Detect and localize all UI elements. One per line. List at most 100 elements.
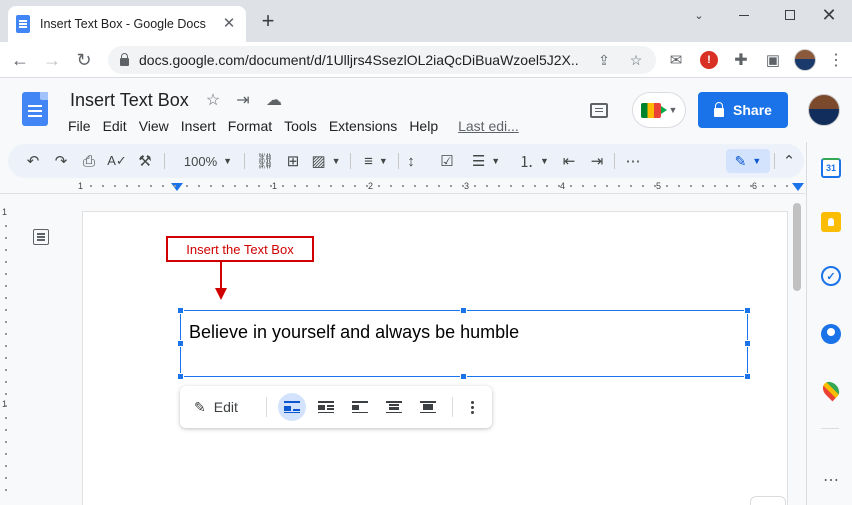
toolbar-divider: [774, 153, 775, 169]
resize-handle-top-left[interactable]: [177, 307, 184, 314]
document-outline-button[interactable]: [30, 226, 52, 248]
break-text-button[interactable]: [346, 393, 374, 421]
undo-icon[interactable]: ↶: [22, 149, 44, 173]
print-icon[interactable]: ⎙: [78, 149, 100, 173]
wrap-in-line-button[interactable]: [278, 393, 306, 421]
menu-format[interactable]: Format: [222, 116, 278, 136]
right-indent-marker[interactable]: [792, 183, 804, 191]
new-tab-button[interactable]: +: [256, 10, 280, 34]
share-button[interactable]: Share: [698, 92, 788, 128]
adblock-extension-icon[interactable]: !: [697, 48, 721, 72]
resize-handle-top-right[interactable]: [744, 307, 751, 314]
scrollbar-thumb[interactable]: [793, 203, 801, 291]
comment-history-button[interactable]: [585, 98, 613, 122]
editing-mode-button[interactable]: ✎ ▼: [726, 149, 770, 173]
extensions-puzzle-icon[interactable]: ✚: [729, 48, 753, 72]
collapse-menus-icon[interactable]: ⌃: [778, 149, 800, 173]
contacts-icon[interactable]: [821, 324, 841, 344]
in-front-of-text-button[interactable]: [414, 393, 442, 421]
menu-tools[interactable]: Tools: [278, 116, 323, 136]
align-button[interactable]: ≡ ▼: [356, 149, 396, 173]
browser-menu-icon[interactable]: ⋮: [824, 48, 848, 72]
menu-insert[interactable]: Insert: [175, 116, 222, 136]
ruler-tick: [294, 185, 296, 187]
ruler-number: 5: [656, 181, 662, 191]
side-panel-icon[interactable]: ▣: [761, 48, 785, 72]
menu-edit[interactable]: Edit: [97, 116, 133, 136]
menu-extensions[interactable]: Extensions: [323, 116, 403, 136]
increase-indent-icon[interactable]: ⇥: [586, 149, 608, 173]
keep-icon[interactable]: [821, 212, 841, 232]
ruler-tick: [318, 185, 320, 187]
close-window-button[interactable]: ✕: [806, 0, 852, 30]
maps-icon[interactable]: [819, 378, 843, 402]
document-title[interactable]: Insert Text Box: [70, 90, 189, 111]
resize-handle-left[interactable]: [177, 340, 184, 347]
browser-tab[interactable]: Insert Text Box - Google Docs ✕: [8, 6, 246, 42]
numbered-list-button[interactable]: ⒈ ▼: [514, 149, 554, 173]
tab-close-icon[interactable]: ✕: [220, 15, 238, 33]
insert-link-icon[interactable]: ⛓: [254, 149, 276, 173]
resize-handle-bottom-right[interactable]: [744, 373, 751, 380]
bulleted-list-button[interactable]: ☰ ▼: [466, 149, 506, 173]
tab-title: Insert Text Box - Google Docs: [40, 17, 206, 31]
add-comment-icon[interactable]: ⊞: [282, 149, 304, 173]
meet-button[interactable]: ▼: [632, 92, 686, 128]
ruler-tick: [762, 185, 764, 187]
line-spacing-icon[interactable]: ↕: [400, 149, 422, 173]
ruler-tick: [414, 185, 416, 187]
indent-marker[interactable]: [171, 183, 183, 191]
explore-button[interactable]: [750, 496, 786, 505]
docs-logo-icon[interactable]: [22, 92, 48, 126]
zoom-select[interactable]: 100% ▼: [178, 149, 238, 173]
menu-view[interactable]: View: [133, 116, 175, 136]
bookmark-star-icon[interactable]: ☆: [626, 50, 646, 70]
paint-format-icon[interactable]: ⚒: [134, 149, 156, 173]
edit-drawing-button[interactable]: ✎ Edit: [194, 395, 238, 419]
wrap-text-button[interactable]: [312, 393, 340, 421]
last-edit-link[interactable]: Last edi...: [444, 116, 527, 136]
ruler-tick: [498, 185, 500, 187]
resize-handle-right[interactable]: [744, 340, 751, 347]
ruler-number: 2: [368, 181, 374, 191]
account-avatar[interactable]: [808, 94, 840, 126]
reload-icon[interactable]: ↻: [72, 48, 96, 72]
ruler-tick: [5, 405, 7, 407]
resize-handle-bottom[interactable]: [460, 373, 467, 380]
move-folder-icon[interactable]: ⇥: [233, 90, 253, 110]
checklist-icon[interactable]: ☑: [436, 149, 458, 173]
more-options-icon[interactable]: ⋯: [622, 149, 644, 173]
ruler-tick: [5, 465, 7, 467]
text-box[interactable]: Believe in yourself and always be humble: [177, 307, 751, 380]
star-icon[interactable]: ☆: [203, 90, 223, 110]
resize-handle-top[interactable]: [460, 307, 467, 314]
annotation-arrow: [220, 262, 222, 288]
vertical-scrollbar[interactable]: [790, 195, 804, 505]
mail-extension-icon[interactable]: ✉: [664, 48, 688, 72]
minimize-button[interactable]: [721, 0, 767, 30]
redo-icon[interactable]: ↷: [50, 149, 72, 173]
ruler-tick: [90, 185, 92, 187]
back-arrow-icon[interactable]: ←: [8, 48, 32, 72]
address-bar[interactable]: docs.google.com/document/d/1Ulljrs4Ssezl…: [108, 46, 656, 74]
resize-handle-bottom-left[interactable]: [177, 373, 184, 380]
calendar-icon[interactable]: 31: [821, 158, 841, 178]
formatting-toolbar: ↶ ↷ ⎙ A✓ ⚒ 100% ▼ ⛓ ⊞ ▨ ▼ ≡ ▼ ↕ ☑ ☰ ▼ ⒈ …: [8, 144, 804, 178]
more-options-icon[interactable]: [462, 395, 482, 419]
cloud-status-icon[interactable]: ☁: [264, 90, 284, 110]
ruler-tick: [510, 185, 512, 187]
menu-file[interactable]: File: [62, 116, 97, 136]
share-page-icon[interactable]: ⇪: [594, 50, 614, 70]
menu-bar: File Edit View Insert Format Tools Exten…: [62, 116, 527, 136]
insert-image-button[interactable]: ▨ ▼: [308, 149, 344, 173]
more-addons-icon[interactable]: ⋯: [821, 470, 841, 490]
tab-search-icon[interactable]: ⌄: [676, 0, 722, 30]
tasks-icon[interactable]: ✓: [821, 266, 841, 286]
behind-text-button[interactable]: [380, 393, 408, 421]
spellcheck-icon[interactable]: A✓: [106, 149, 128, 173]
horizontal-ruler[interactable]: 1 1 2 3 4 5 6: [0, 180, 805, 194]
profile-avatar[interactable]: [793, 48, 817, 72]
decrease-indent-icon[interactable]: ⇤: [558, 149, 580, 173]
menu-help[interactable]: Help: [403, 116, 444, 136]
forward-arrow-icon[interactable]: →: [40, 48, 64, 72]
